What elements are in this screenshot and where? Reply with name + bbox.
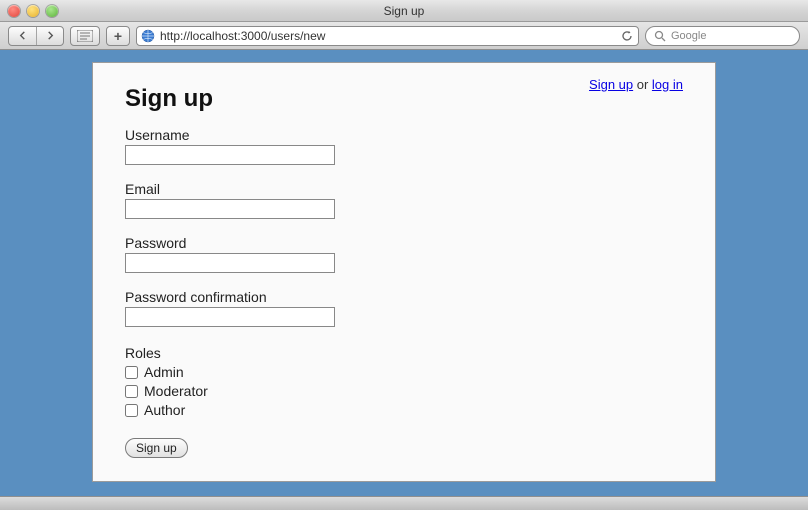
roles-label: Roles (125, 345, 683, 361)
username-label: Username (125, 127, 683, 143)
back-button[interactable] (9, 27, 36, 45)
search-placeholder: Google (671, 30, 706, 42)
plus-icon: + (114, 28, 122, 44)
search-icon (654, 30, 666, 42)
url-text: http://localhost:3000/users/new (160, 29, 615, 43)
url-bar[interactable]: http://localhost:3000/users/new (136, 26, 639, 46)
password-confirmation-field: Password confirmation (125, 289, 683, 327)
email-input[interactable] (125, 199, 335, 219)
login-link[interactable]: log in (652, 77, 683, 92)
password-field: Password (125, 235, 683, 273)
reader-icon (77, 30, 93, 42)
close-window-button[interactable] (8, 5, 20, 17)
reader-button[interactable] (70, 26, 100, 46)
page-container: Sign up or log in Sign up Username Email… (92, 62, 716, 482)
forward-button[interactable] (36, 27, 63, 45)
role-checkbox-admin[interactable] (125, 366, 138, 379)
role-row-admin: Admin (125, 363, 683, 382)
role-checkbox-moderator[interactable] (125, 385, 138, 398)
email-label: Email (125, 181, 683, 197)
password-label: Password (125, 235, 683, 251)
password-input[interactable] (125, 253, 335, 273)
email-field: Email (125, 181, 683, 219)
chevron-right-icon (46, 31, 55, 40)
zoom-window-button[interactable] (46, 5, 58, 17)
auth-links: Sign up or log in (589, 77, 683, 92)
auth-sep: or (633, 77, 652, 92)
role-label-moderator: Moderator (144, 382, 208, 401)
role-row-author: Author (125, 401, 683, 420)
reload-icon (621, 30, 633, 42)
nav-buttons (8, 26, 64, 46)
reload-button[interactable] (620, 29, 634, 43)
username-field: Username (125, 127, 683, 165)
password-confirmation-input[interactable] (125, 307, 335, 327)
signup-link[interactable]: Sign up (589, 77, 633, 92)
role-label-author: Author (144, 401, 185, 420)
traffic-lights (8, 5, 58, 17)
minimize-window-button[interactable] (27, 5, 39, 17)
roles-group: Roles Admin Moderator Author (125, 345, 683, 420)
window-titlebar: Sign up (0, 0, 808, 22)
status-bar (0, 496, 808, 510)
username-input[interactable] (125, 145, 335, 165)
role-row-moderator: Moderator (125, 382, 683, 401)
search-box[interactable]: Google (645, 26, 800, 46)
favicon (141, 29, 155, 43)
role-label-admin: Admin (144, 363, 184, 382)
add-bookmark-button[interactable]: + (106, 26, 130, 46)
role-checkbox-author[interactable] (125, 404, 138, 417)
globe-icon (141, 29, 155, 43)
chevron-left-icon (18, 31, 27, 40)
window-title: Sign up (0, 4, 808, 18)
browser-viewport: Sign up or log in Sign up Username Email… (0, 50, 808, 496)
browser-toolbar: + http://localhost:3000/users/new Google (0, 22, 808, 50)
password-confirmation-label: Password confirmation (125, 289, 683, 305)
submit-button[interactable]: Sign up (125, 438, 188, 458)
